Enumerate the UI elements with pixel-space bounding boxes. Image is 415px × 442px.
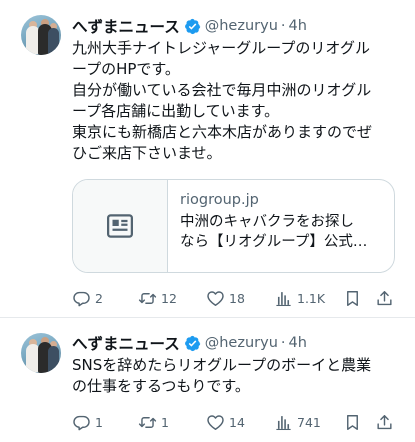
author-name[interactable]: へずまニュース <box>72 332 180 354</box>
avatar[interactable] <box>21 333 61 373</box>
reply-button[interactable]: 1 <box>72 412 103 432</box>
share-button[interactable] <box>375 412 394 432</box>
repost-count: 12 <box>161 290 177 306</box>
views-count: 741 <box>297 414 321 430</box>
like-button[interactable]: 18 <box>206 288 245 308</box>
views-icon <box>274 289 293 308</box>
tweet[interactable]: へずまニュース @hezuryu · 4h SNSを辞めたらリオグループのボーイ… <box>0 318 415 442</box>
card-body: riogroup.jp 中洲のキャバクラをお探し なら【リオグループ】公式… <box>168 180 394 272</box>
card-description: 中洲のキャバクラをお探し なら【リオグループ】公式… <box>180 214 368 250</box>
share-icon <box>375 289 394 308</box>
bookmark-button[interactable] <box>343 412 362 432</box>
avatar[interactable] <box>21 15 61 55</box>
bookmark-icon <box>343 289 362 308</box>
verified-badge-icon <box>184 335 201 352</box>
views-button[interactable]: 1.1K <box>274 288 325 308</box>
action-bar: 1 1 14 741 <box>72 412 402 432</box>
like-button[interactable]: 14 <box>206 412 245 432</box>
reply-button[interactable]: 2 <box>72 288 103 308</box>
repost-button[interactable]: 1 <box>138 412 169 432</box>
views-count: 1.1K <box>297 290 326 306</box>
link-card[interactable]: riogroup.jp 中洲のキャバクラをお探し なら【リオグループ】公式… <box>72 179 395 273</box>
repost-icon <box>138 289 157 308</box>
repost-icon <box>138 413 157 432</box>
tweet[interactable]: へずまニュース @hezuryu · 4h 九州大手ナイトレジャーグループのリオ… <box>0 0 415 318</box>
views-icon <box>274 413 293 432</box>
timestamp[interactable]: 4h <box>289 18 307 34</box>
reply-icon <box>72 413 91 432</box>
reply-icon <box>72 289 91 308</box>
verified-badge-icon <box>184 18 201 35</box>
share-icon <box>375 413 394 432</box>
card-media <box>73 180 168 272</box>
timestamp[interactable]: 4h <box>289 335 307 351</box>
bookmark-button[interactable] <box>343 288 362 308</box>
share-button[interactable] <box>375 288 394 308</box>
reply-count: 1 <box>95 414 103 430</box>
tweet-text: 九州大手ナイトレジャーグループのリオグル ープのHPです。 自分が働いている会社… <box>72 39 373 162</box>
author-handle[interactable]: @hezuryu <box>205 335 278 351</box>
separator-dot: · <box>280 18 286 34</box>
repost-count: 1 <box>161 414 169 430</box>
like-icon <box>206 289 225 308</box>
author-name[interactable]: へずまニュース <box>72 15 180 37</box>
author-handle[interactable]: @hezuryu <box>205 18 278 34</box>
separator-dot: · <box>280 335 286 351</box>
like-count: 14 <box>229 414 245 430</box>
like-count: 18 <box>229 290 245 306</box>
action-bar: 2 12 18 1.1K <box>72 288 402 308</box>
tweet-header: へずまニュース @hezuryu · 4h <box>72 332 307 354</box>
like-icon <box>206 413 225 432</box>
card-domain: riogroup.jp <box>180 192 259 208</box>
article-icon <box>107 214 133 238</box>
repost-button[interactable]: 12 <box>138 288 177 308</box>
reply-count: 2 <box>95 290 103 306</box>
tweet-text: SNSを辞めたらリオグループのボーイと農業 の仕事をするつもりです。 <box>72 356 372 395</box>
views-button[interactable]: 741 <box>274 412 321 432</box>
bookmark-icon <box>343 413 362 432</box>
tweet-header: へずまニュース @hezuryu · 4h <box>72 15 307 37</box>
